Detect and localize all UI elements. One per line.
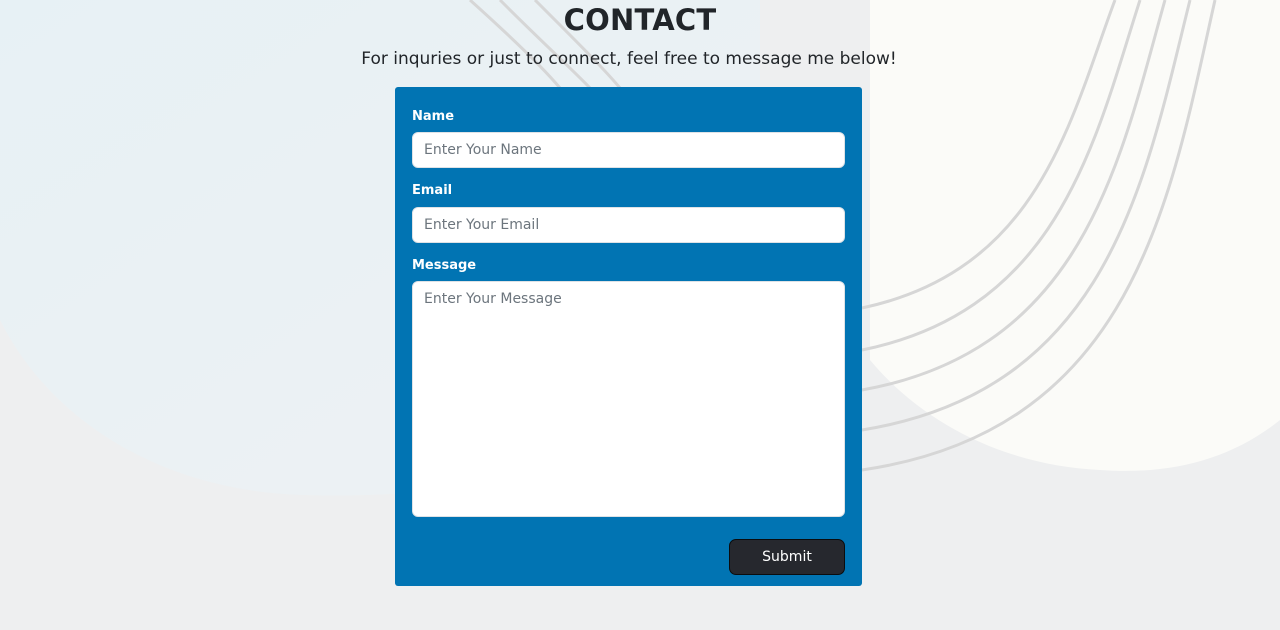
page-subtitle: For inquries or just to connect, feel fr… [361,49,897,69]
email-label: Email [412,183,453,198]
message-textarea[interactable] [412,281,845,517]
email-input[interactable] [412,207,845,243]
name-input[interactable] [412,132,845,168]
submit-button[interactable]: Submit [729,539,845,575]
contact-form: Name Email Message Submit [395,87,862,586]
name-label: Name [412,109,455,124]
page-title: CONTACT [563,3,717,37]
message-label: Message [412,258,477,273]
contact-page: CONTACT For inquries or just to connect,… [0,0,1280,630]
